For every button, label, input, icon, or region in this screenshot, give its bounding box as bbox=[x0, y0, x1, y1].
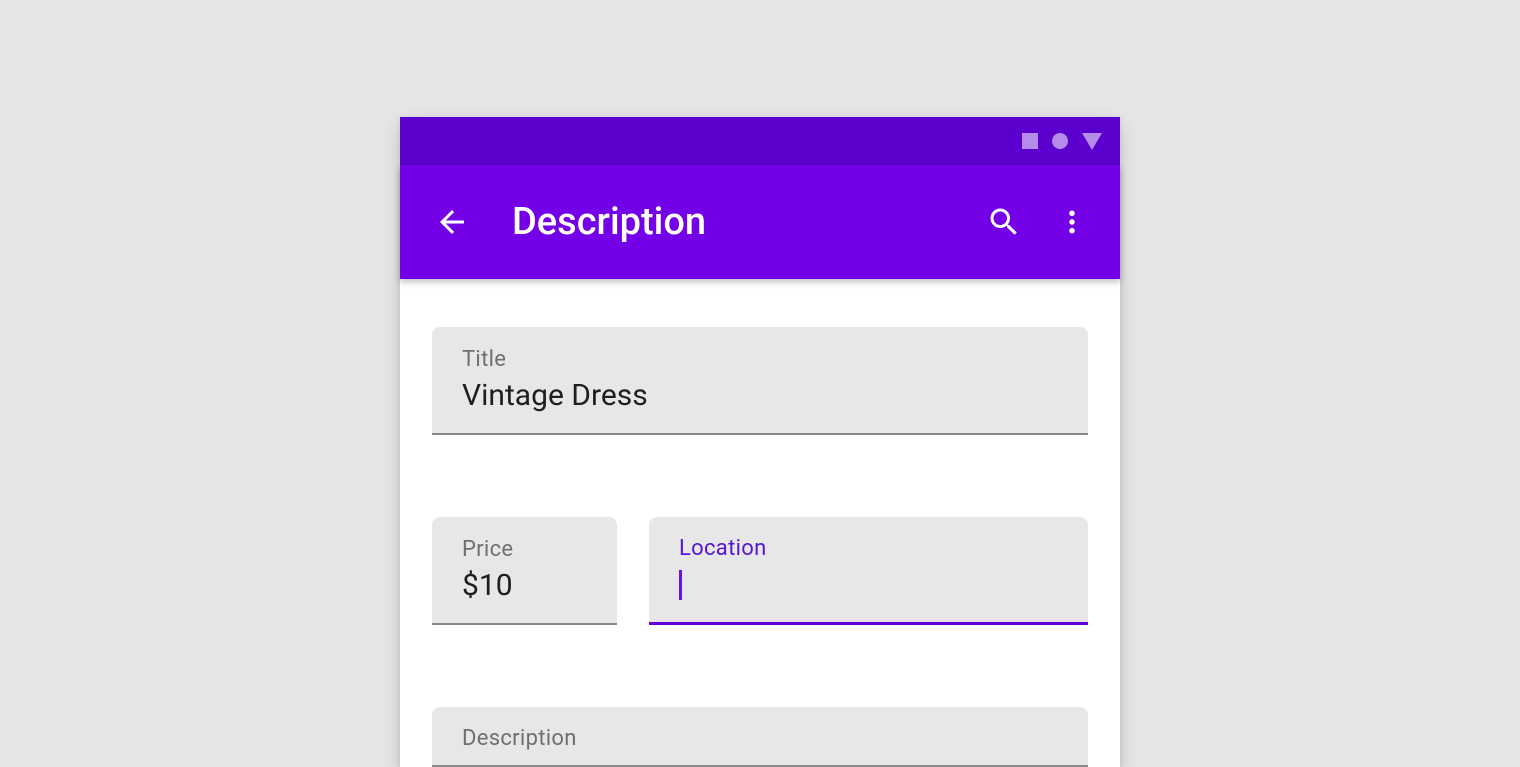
title-field[interactable]: Title Vintage Dress bbox=[432, 327, 1088, 435]
device-frame: Description Title Vintage Dress Price $1… bbox=[400, 117, 1120, 767]
description-label: Description bbox=[462, 726, 1058, 751]
price-field[interactable]: Price $10 bbox=[432, 517, 617, 625]
title-label: Title bbox=[462, 347, 1058, 372]
description-field[interactable]: Description bbox=[432, 707, 1088, 767]
back-button[interactable] bbox=[428, 198, 476, 246]
more-vert-icon bbox=[1057, 207, 1087, 237]
status-circle-icon bbox=[1052, 133, 1068, 149]
text-caret bbox=[679, 570, 682, 600]
price-location-row: Price $10 Location bbox=[432, 517, 1088, 625]
search-icon bbox=[986, 204, 1022, 240]
form-content: Title Vintage Dress Price $10 Location D… bbox=[400, 279, 1120, 767]
app-bar-title: Description bbox=[512, 200, 976, 244]
status-bar bbox=[400, 117, 1120, 165]
price-value: $10 bbox=[462, 568, 587, 604]
title-value: Vintage Dress bbox=[462, 378, 1058, 414]
price-label: Price bbox=[462, 537, 587, 562]
location-label: Location bbox=[679, 536, 1058, 561]
location-value bbox=[679, 567, 1058, 603]
search-button[interactable] bbox=[976, 194, 1032, 250]
app-bar: Description bbox=[400, 165, 1120, 279]
status-square-icon bbox=[1022, 133, 1038, 149]
status-triangle-icon bbox=[1082, 133, 1102, 150]
overflow-menu-button[interactable] bbox=[1044, 194, 1100, 250]
arrow-back-icon bbox=[434, 204, 470, 240]
location-field[interactable]: Location bbox=[649, 517, 1088, 625]
